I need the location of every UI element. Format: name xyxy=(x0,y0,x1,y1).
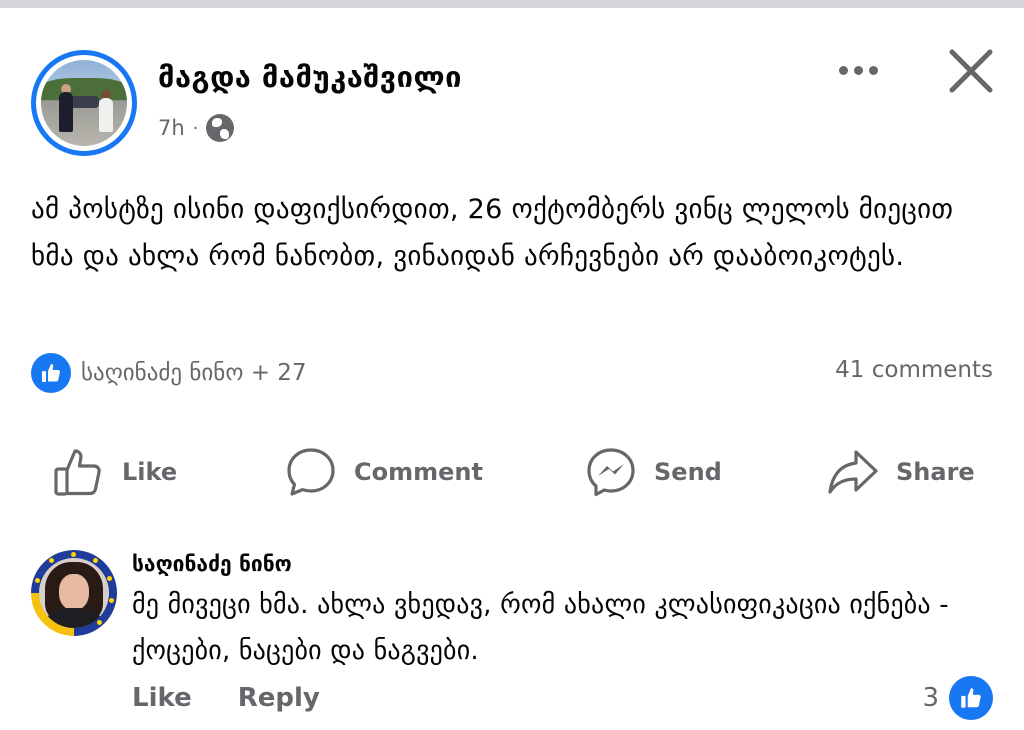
share-label: Share xyxy=(896,458,975,486)
comment-button[interactable]: Comment xyxy=(284,440,483,504)
comment-actions: Like Reply xyxy=(132,678,320,718)
post-meta: 7h · xyxy=(158,112,235,144)
like-reaction-icon xyxy=(31,353,71,393)
author-name[interactable]: მაგდა მამუკაშვილი xyxy=(158,60,462,94)
reactions-summary[interactable]: საღინაძე ნინო + 27 xyxy=(31,353,307,393)
comment-like-button[interactable]: Like xyxy=(132,683,192,713)
meta-separator: · xyxy=(192,117,199,139)
like-label: Like xyxy=(122,458,178,486)
close-icon xyxy=(949,49,993,93)
send-label: Send xyxy=(654,458,722,486)
close-button[interactable] xyxy=(944,44,998,98)
author-avatar[interactable] xyxy=(31,50,137,156)
comment-text: მე მივეცი ხმა. ახლა ვხედავ, რომ ახალი კლ… xyxy=(132,590,949,666)
post-time[interactable]: 7h xyxy=(158,116,185,140)
more-options-button[interactable] xyxy=(828,55,888,85)
commenter-avatar-photo xyxy=(39,558,109,628)
author-avatar-photo xyxy=(41,60,127,146)
send-button[interactable]: Send xyxy=(584,440,722,504)
comment-reaction-count: 3 xyxy=(922,683,939,713)
comment-label: Comment xyxy=(354,458,483,486)
post-action-bar: Like Comment Send Share xyxy=(0,440,1024,504)
commenter-avatar[interactable] xyxy=(31,550,117,636)
comment-reply-button[interactable]: Reply xyxy=(238,683,320,713)
more-dot-icon xyxy=(868,65,878,75)
globe-icon[interactable] xyxy=(206,114,235,142)
thumbs-up-icon xyxy=(54,449,101,496)
share-button[interactable]: Share xyxy=(826,440,975,504)
reactors-names[interactable]: საღინაძე ნინო + 27 xyxy=(81,360,307,386)
like-reaction-icon xyxy=(949,676,993,720)
top-divider-gap xyxy=(0,8,1024,18)
post-text: ამ პოსტზე ისინი დაფიქსირდით, 26 ოქტომბერ… xyxy=(31,194,954,272)
more-dot-icon xyxy=(853,65,863,75)
comment-reactions[interactable]: 3 xyxy=(922,676,993,720)
comment-bubble-icon xyxy=(287,448,335,496)
comments-count[interactable]: 41 comments xyxy=(835,357,993,383)
more-dot-icon xyxy=(838,65,848,75)
share-arrow-icon xyxy=(828,450,878,494)
messenger-icon xyxy=(587,448,635,497)
commenter-name[interactable]: საღინაძე ნინო xyxy=(132,552,292,576)
like-button[interactable]: Like xyxy=(52,440,177,504)
